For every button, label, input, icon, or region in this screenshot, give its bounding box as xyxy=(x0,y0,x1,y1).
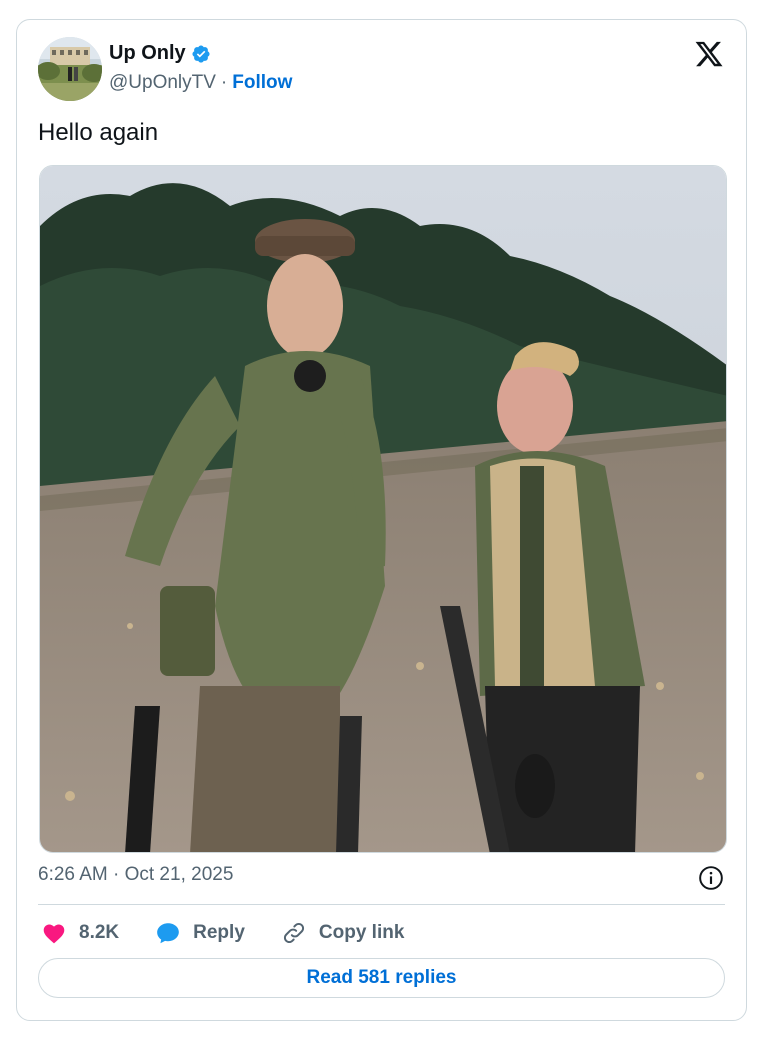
reply-bubble-icon xyxy=(157,923,179,944)
link-icon xyxy=(283,922,304,944)
handle-separator: · xyxy=(220,72,228,93)
tweet-photo[interactable] xyxy=(39,165,727,853)
tweet-text: Hello again xyxy=(38,119,159,146)
tweet-card: Up Only @UpOnlyTV · Follow Hello again 6… xyxy=(16,19,747,1021)
x-logo-icon[interactable] xyxy=(694,39,724,69)
author-display-name[interactable]: Up Only xyxy=(109,42,186,65)
likes-count: 8.2K xyxy=(79,922,120,943)
author-handle[interactable]: @UpOnlyTV xyxy=(109,72,216,94)
info-icon[interactable] xyxy=(698,865,724,891)
copy-link-label: Copy link xyxy=(318,922,405,943)
verified-badge-icon xyxy=(191,44,211,64)
copy-link-button[interactable]: Copy link xyxy=(281,920,405,946)
follow-button[interactable]: Follow xyxy=(232,72,292,94)
tweet-timestamp[interactable]: 6:26 AM · Oct 21, 2025 xyxy=(38,864,233,886)
like-button[interactable]: 8.2K xyxy=(41,920,119,946)
divider xyxy=(38,904,725,905)
reply-button[interactable]: Reply xyxy=(155,920,245,946)
avatar[interactable] xyxy=(38,37,102,101)
author-handle-row: @UpOnlyTV · Follow xyxy=(109,72,292,94)
action-bar: 8.2K Reply Copy link xyxy=(41,917,440,949)
read-replies-button[interactable]: Read 581 replies xyxy=(38,958,725,998)
reply-label: Reply xyxy=(193,922,245,943)
author-name-row: Up Only xyxy=(109,42,211,65)
heart-icon xyxy=(43,924,65,944)
